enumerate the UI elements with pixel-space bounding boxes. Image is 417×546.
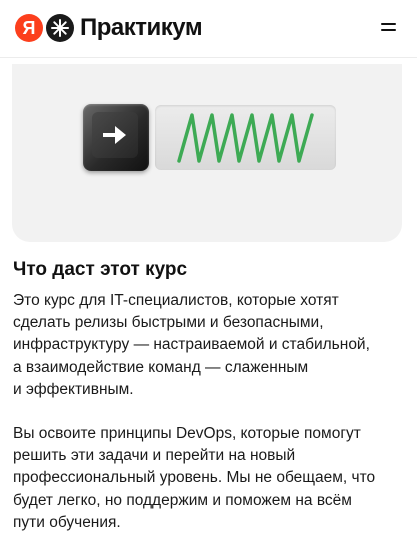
snowflake-star-icon [46,14,74,42]
paragraph-line: будет легко, но поддержим и поможем на в… [13,491,352,509]
hamburger-menu-button[interactable] [381,20,399,34]
paragraph-line: решить эти задачи и перейти на новый [13,447,296,465]
course-description-paragraph: Это курс для IT-специалистов, которые хо… [13,290,398,401]
play-arrow-icon [103,126,126,144]
paragraph-line: сделать релизы быстрыми и безопасными, [13,314,324,332]
paragraph-line: Вы освоите принципы DevOps, которые помо… [13,425,361,442]
paragraph-line: Это курс для IT-специалистов, которые хо… [13,292,339,309]
site-header: Я Практикум [0,0,417,58]
paragraph-line: инфраструктуру — настраиваемой и стабиль… [13,336,370,354]
paragraph-line: профессиональный уровень. Мы не обещаем,… [13,469,376,487]
course-goals-paragraph: Вы освоите принципы DevOps, которые помо… [13,423,398,534]
logo-wordmark: Практикум [80,14,203,41]
course-illustration [12,64,402,242]
yandex-logo-icon: Я [15,14,43,42]
paragraph-line: пути обучения. [13,513,121,531]
paragraph-line: а взаимодействие команд — слаженным [13,358,309,376]
paragraph-line: и эффективным. [13,380,134,398]
hamburger-menu-icon [381,23,396,25]
praktikum-logo[interactable]: Я Практикум [15,13,203,43]
keyboard-key [83,104,149,171]
zigzag-wave-icon [177,113,314,163]
wave-display [155,105,336,170]
section-title: Что даст этот курс [13,259,188,280]
